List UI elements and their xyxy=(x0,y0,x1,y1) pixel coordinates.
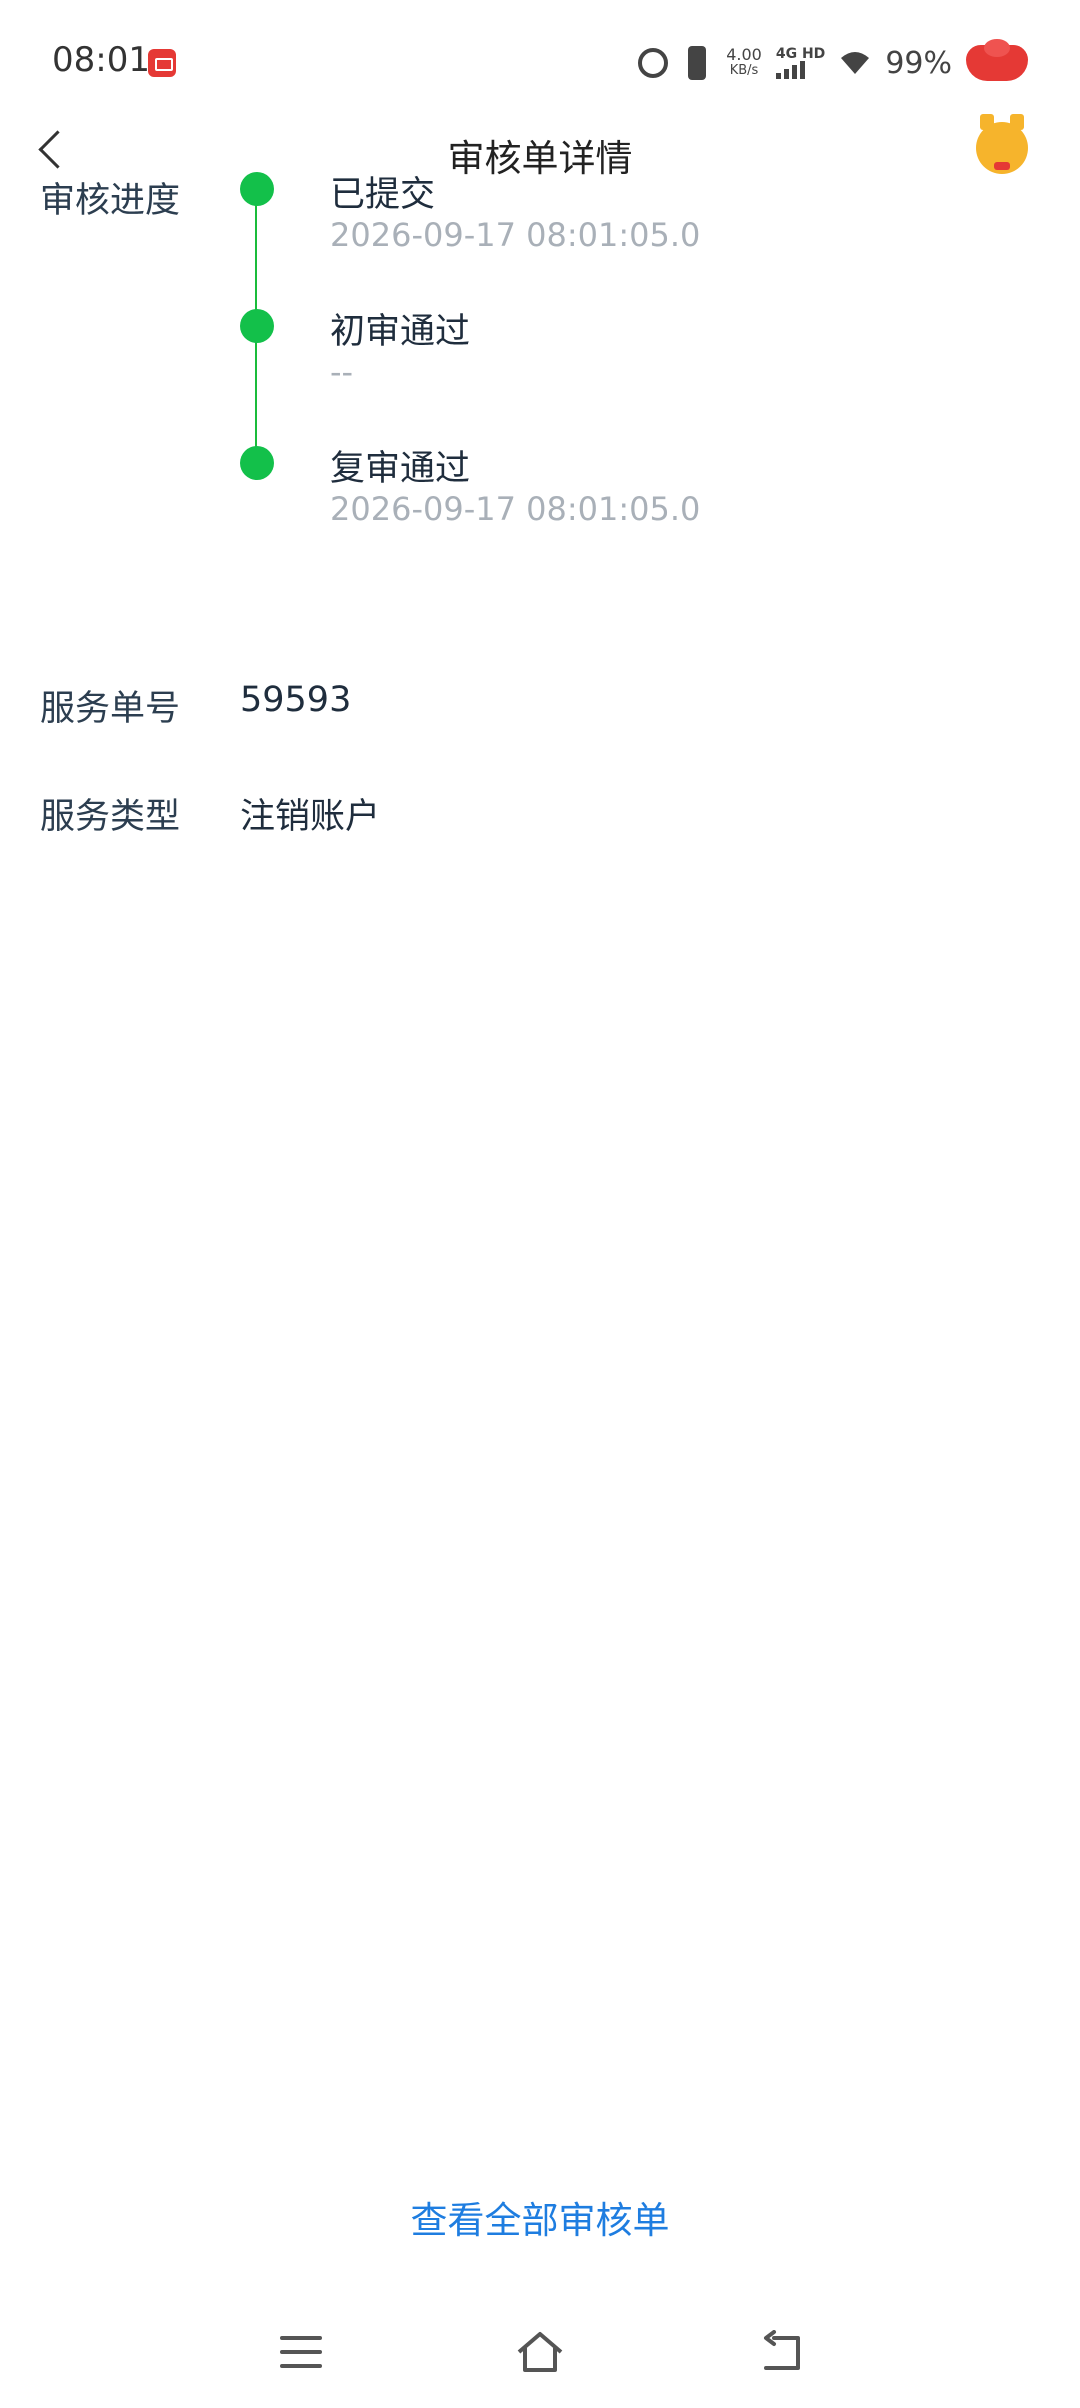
net-speed-value: 4.00 xyxy=(726,45,762,64)
step-time-first-review: -- xyxy=(330,353,354,391)
step-title-submitted: 已提交 xyxy=(330,175,436,215)
net-speed-unit: KB/s xyxy=(729,63,759,78)
service-type-label: 服务类型 xyxy=(40,797,181,837)
vibrate-icon xyxy=(688,46,707,80)
timeline-dot-submitted xyxy=(240,172,274,206)
service-number-value: 59593 xyxy=(240,680,352,720)
ingot-icon[interactable] xyxy=(966,39,1028,81)
navigation-bar xyxy=(0,2300,1080,2408)
wifi-icon xyxy=(841,52,870,74)
battery-level: 99% xyxy=(885,45,952,81)
screen: 08:01 4.00 KB/s 4G HD 99% 审核单详情 审核进度 已提交… xyxy=(0,0,1080,2408)
status-time: 08:01 xyxy=(52,40,150,80)
service-number-label: 服务单号 xyxy=(40,689,181,729)
notification-app-icon xyxy=(148,49,176,77)
step-title-second-review: 复审通过 xyxy=(330,449,471,489)
cell-signal: 4G HD xyxy=(775,46,826,79)
timeline-dot-second-review xyxy=(240,446,274,480)
home-icon[interactable] xyxy=(515,2328,565,2376)
progress-label: 审核进度 xyxy=(40,181,181,221)
progress-timeline: 已提交 2026-09-17 08:01:05.0 初审通过 -- 复审通过 2… xyxy=(240,172,940,542)
deer-mascot-icon[interactable] xyxy=(976,114,1028,174)
step-time-second-review: 2026-09-17 08:01:05.0 xyxy=(330,490,701,528)
timeline-dot-first-review xyxy=(240,309,274,343)
status-bar: 08:01 4.00 KB/s 4G HD 99% xyxy=(0,0,1080,120)
menu-icon[interactable] xyxy=(280,2336,322,2372)
step-title-first-review: 初审通过 xyxy=(330,312,471,352)
alarm-icon xyxy=(638,48,669,78)
status-icons: 4.00 KB/s 4G HD 99% xyxy=(638,38,1028,88)
view-all-reviews-link[interactable]: 查看全部审核单 xyxy=(0,2190,1080,2244)
back-icon[interactable] xyxy=(760,2330,804,2374)
service-type-value: 注销账户 xyxy=(240,797,381,837)
signal-icon xyxy=(775,61,825,79)
mascot-bow xyxy=(994,162,1010,170)
step-time-submitted: 2026-09-17 08:01:05.0 xyxy=(330,216,701,254)
network-type: 4G HD xyxy=(775,46,826,62)
net-speed: 4.00 KB/s xyxy=(726,47,762,79)
